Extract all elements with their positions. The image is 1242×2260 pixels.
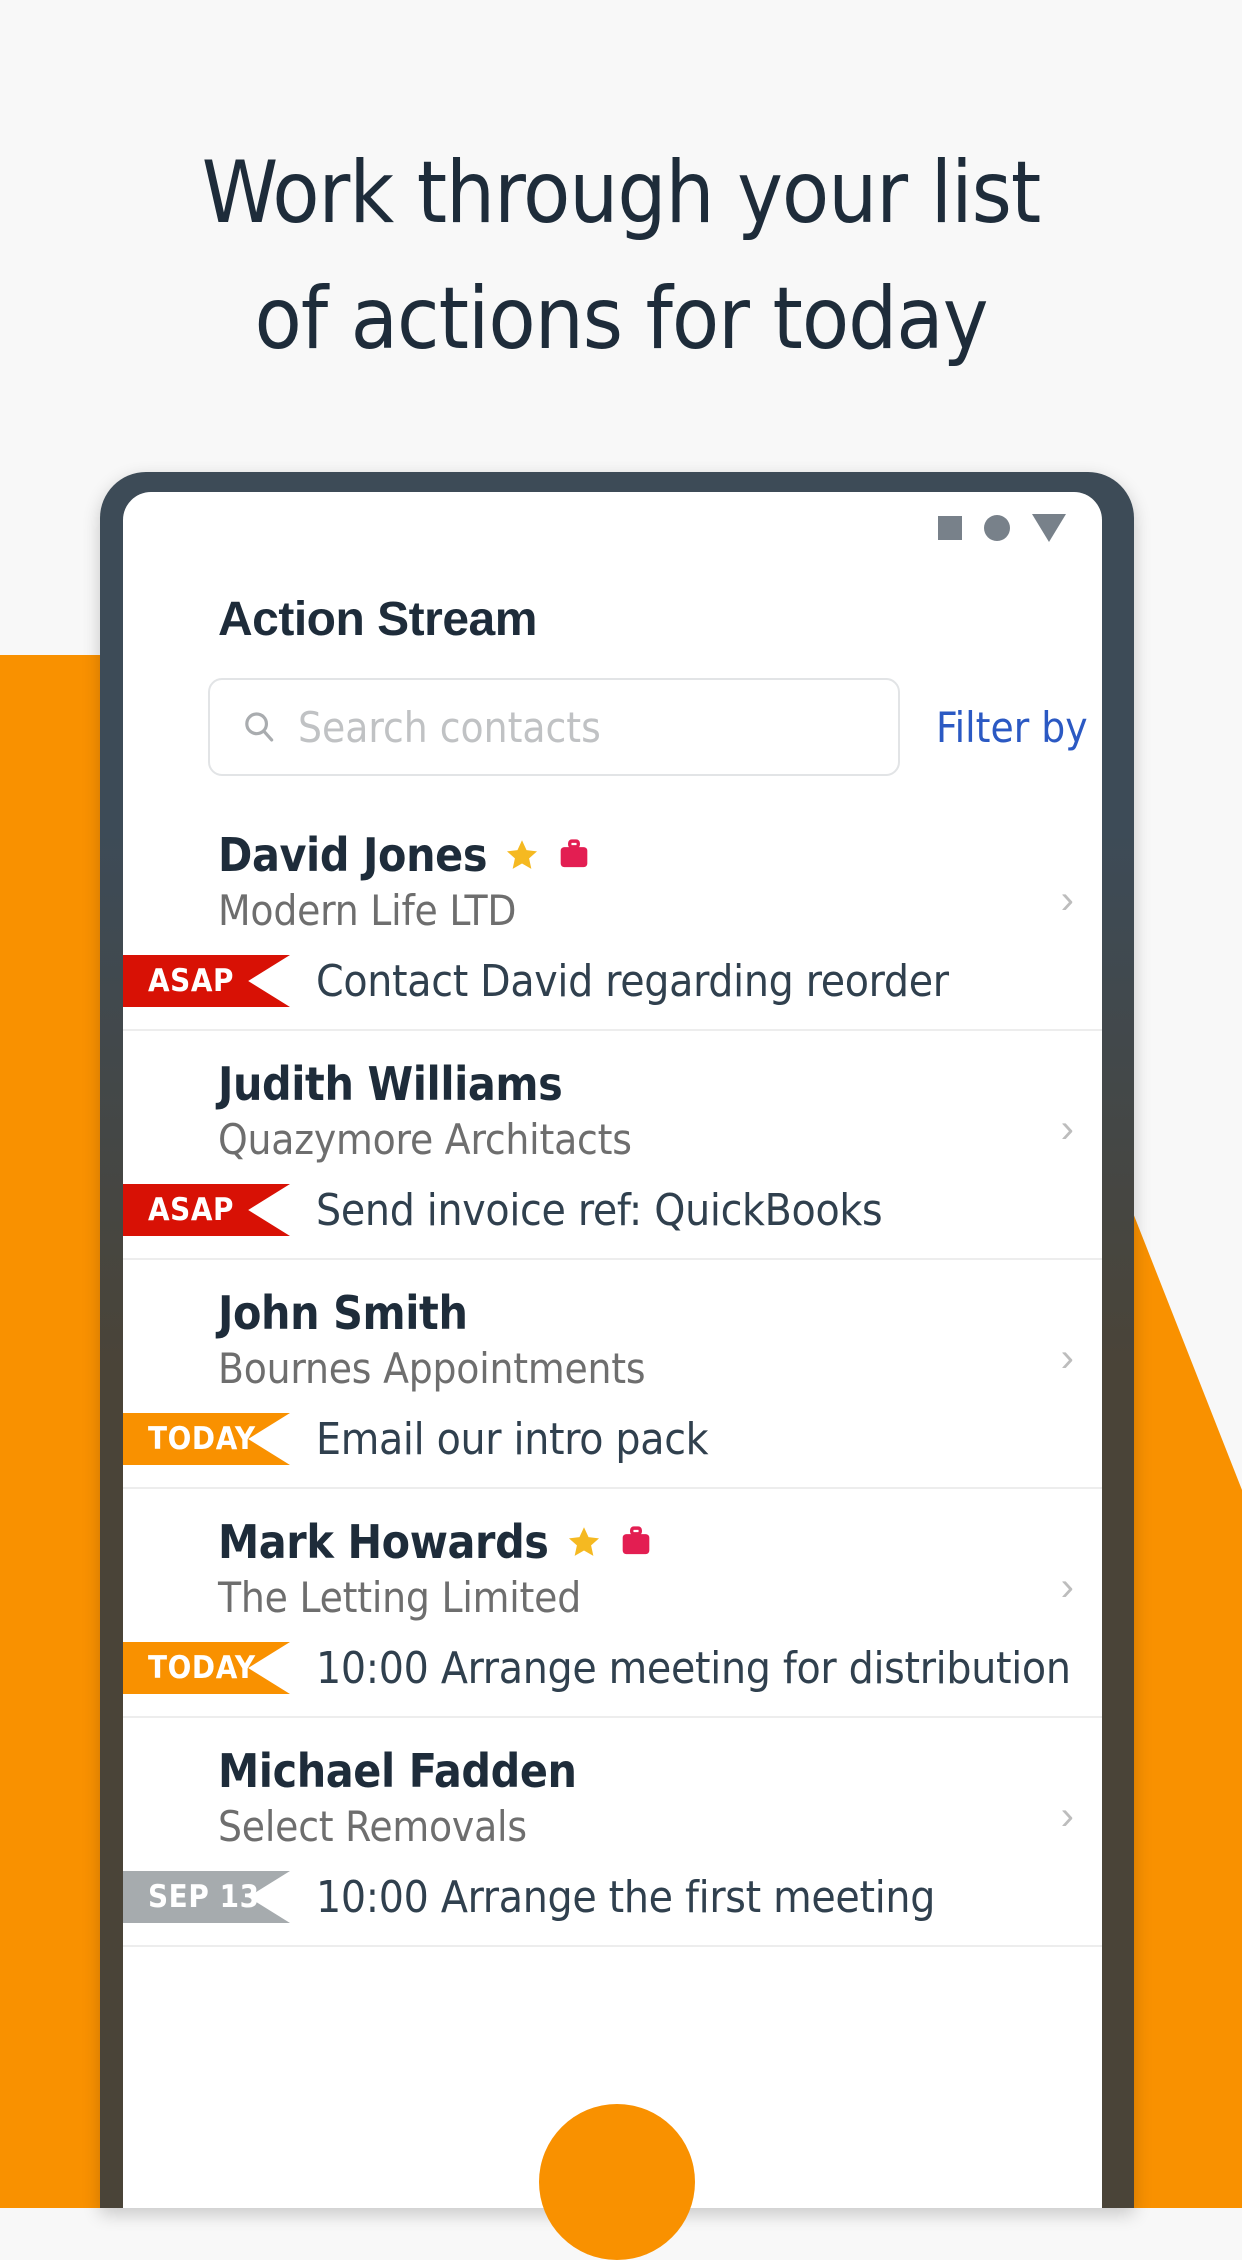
action-list-item[interactable]: John Smith Bournes Appointments › TODAY Emai… [123, 1260, 1102, 1489]
contact-name: David Jones [218, 828, 488, 882]
task-text: 10:00 Arrange the first meeting [316, 1871, 936, 1923]
task-text: Contact David regarding reorder [316, 955, 949, 1007]
square-icon [938, 516, 962, 540]
contact-name: Mark Howards [218, 1515, 549, 1569]
contact-company: The Letting Limited [218, 1573, 582, 1622]
action-list-item[interactable]: David Jones Modern Life LTD › ASAP Contact D… [123, 802, 1102, 1031]
action-list-item[interactable]: Mark Howards The Letting Limited › TODAY 10:… [123, 1489, 1102, 1718]
page-title: Work through your list of actions for to… [0, 130, 1242, 382]
action-list-item[interactable]: Michael Fadden Select Removals › SEP 13 10:0… [123, 1718, 1102, 1947]
task-line: ASAP Send invoice ref: QuickBooks [123, 1184, 1102, 1236]
search-row: Filter by [208, 678, 1088, 776]
contact-name-line: David Jones [218, 828, 1032, 882]
page-title-line-2: of actions for today [254, 269, 989, 369]
task-text: Send invoice ref: QuickBooks [316, 1184, 883, 1236]
status-badge-label: ASAP [148, 1192, 235, 1228]
contact-name: Michael Fadden [218, 1744, 577, 1798]
contact-company: Bournes Appointments [218, 1344, 646, 1393]
briefcase-icon [622, 1526, 649, 1555]
status-badge-label: TODAY [148, 1650, 256, 1686]
task-text: 10:00 Arrange meeting for distribution [316, 1642, 1071, 1694]
task-line: TODAY Email our intro pack [123, 1413, 1102, 1465]
status-badge: SEP 13 [123, 1871, 290, 1923]
contact-name-line: Michael Fadden [218, 1744, 1032, 1798]
task-line: SEP 13 10:00 Arrange the first meeting [123, 1871, 1102, 1923]
background-shape-right [1124, 1190, 1242, 2208]
circle-icon [984, 515, 1010, 541]
contact-header: Judith Williams Quazymore Architacts › [123, 1057, 1102, 1164]
contact-name-line: Mark Howards [218, 1515, 1032, 1569]
chevron-right-icon[interactable]: › [1061, 1109, 1074, 1149]
page-title-line-1: Work through your list [201, 143, 1041, 243]
chevron-right-icon[interactable]: › [1061, 1796, 1074, 1836]
contact-name: Judith Williams [218, 1057, 563, 1111]
phone-mockup: Action Stream Filter by David JonesModer… [100, 472, 1134, 2260]
search-input[interactable] [298, 702, 898, 752]
status-badge: ASAP [123, 955, 290, 1007]
chevron-right-icon[interactable]: › [1061, 1567, 1074, 1607]
status-badge-label: ASAP [148, 963, 235, 999]
status-badge: TODAY [123, 1413, 290, 1465]
contact-header: Michael Fadden Select Removals › [123, 1744, 1102, 1851]
contact-name-line: John Smith [218, 1286, 1032, 1340]
contact-company: Select Removals [218, 1802, 527, 1851]
contact-header: Mark Howards The Letting Limited › [123, 1515, 1102, 1622]
star-icon [568, 1527, 599, 1556]
task-text: Email our intro pack [316, 1413, 709, 1465]
contact-header: David Jones Modern Life LTD › [123, 828, 1102, 935]
app-title: Action Stream [218, 593, 537, 646]
chevron-right-icon[interactable]: › [1061, 880, 1074, 920]
briefcase-icon [560, 839, 588, 868]
status-badge-label: TODAY [148, 1421, 256, 1457]
contact-name-line: Judith Williams [218, 1057, 1032, 1111]
chevron-right-icon[interactable]: › [1061, 1338, 1074, 1378]
status-badge: TODAY [123, 1642, 290, 1694]
status-badge: ASAP [123, 1184, 290, 1236]
task-line: ASAP Contact David regarding reorder [123, 955, 1102, 1007]
contact-company: Quazymore Architacts [218, 1115, 632, 1164]
search-icon [245, 712, 274, 742]
search-box[interactable] [208, 678, 900, 776]
triangle-down-icon [1032, 514, 1066, 542]
action-list-item[interactable]: Judith Williams Quazymore Architacts › ASAP… [123, 1031, 1102, 1260]
status-badge-label: SEP 13 [148, 1879, 260, 1915]
filter-by-button[interactable]: Filter by [936, 703, 1088, 752]
contact-name: John Smith [218, 1286, 468, 1340]
star-icon [507, 840, 538, 869]
task-line: TODAY 10:00 Arrange meeting for distribut… [123, 1642, 1102, 1694]
status-bar [938, 514, 1066, 542]
phone-screen: Action Stream Filter by David JonesModer… [123, 492, 1102, 2208]
add-action-button[interactable] [539, 2104, 695, 2260]
contact-company: Modern Life LTD [218, 886, 517, 935]
contact-header: John Smith Bournes Appointments › [123, 1286, 1102, 1393]
action-stream-list: David Jones Modern Life LTD › ASAP Contact D… [123, 802, 1102, 2208]
